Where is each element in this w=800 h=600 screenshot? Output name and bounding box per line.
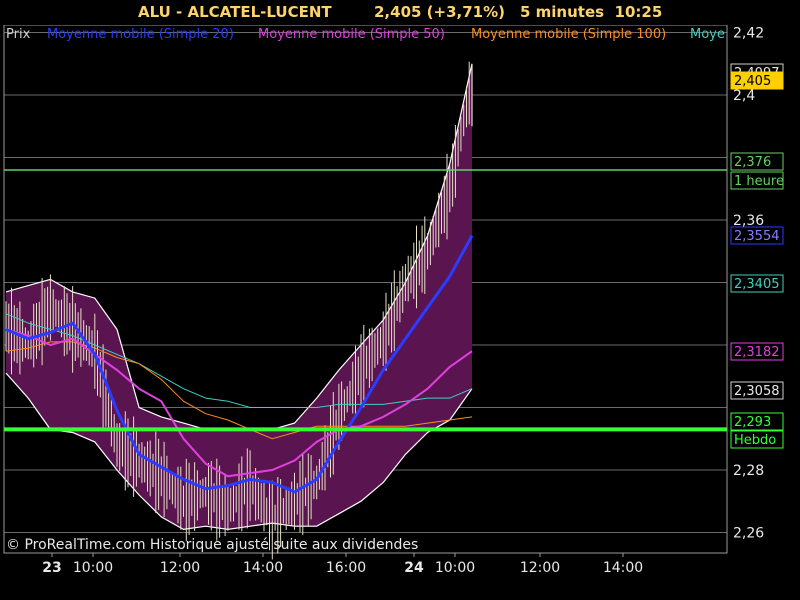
price-tag-label: 1 heure bbox=[734, 174, 784, 189]
copyright-text: © ProRealTime.com Historique ajusté suit… bbox=[6, 537, 418, 553]
price-chart: 2,422,42,362,282,26 23 10:00 12:00 14:00 16:… bbox=[0, 0, 800, 600]
legend-item: Moyenne mobile (Simple 20) bbox=[47, 27, 234, 42]
x-tick-label: 24 bbox=[404, 560, 424, 576]
price-tag-label: 2,3058 bbox=[734, 384, 780, 399]
price-tag-label: 2,3554 bbox=[734, 229, 780, 244]
y-tick-label: 2,26 bbox=[733, 526, 764, 542]
y-tick-label: 2,28 bbox=[733, 463, 764, 479]
x-tick-label: 16:00 bbox=[326, 560, 366, 576]
x-tick-label: 10:00 bbox=[73, 560, 113, 576]
legend-item: Moyenne mobile (Simple 50) bbox=[258, 27, 445, 42]
period-time: 5 minutes 10:25 bbox=[520, 3, 663, 21]
x-tick-label: 10:00 bbox=[435, 560, 475, 576]
price-tag-label: 2,293 bbox=[734, 415, 771, 430]
x-tick-label: 12:00 bbox=[520, 560, 560, 576]
y-tick-label: 2,4 bbox=[733, 88, 755, 104]
y-tick-label: 2,42 bbox=[733, 26, 764, 42]
price-tag-label: 2,376 bbox=[734, 155, 771, 170]
legend: Prix Moyenne mobile (Simple 20) Moyenne mo… bbox=[6, 27, 725, 42]
price-tag-label: 2,3182 bbox=[734, 345, 780, 360]
symbol-title: ALU - ALCATEL-LUCENT bbox=[138, 3, 332, 21]
x-tick-label: 23 bbox=[42, 560, 61, 576]
x-tick-label: 12:00 bbox=[160, 560, 200, 576]
legend-item: Moye bbox=[690, 27, 725, 42]
chart-header: ALU - ALCATEL-LUCENT 2,405 (+3,71%) 5 mi… bbox=[0, 0, 800, 25]
price-tag-label: 2,405 bbox=[734, 74, 771, 89]
x-tick-label: 14:00 bbox=[603, 560, 643, 576]
legend-item: Moyenne mobile (Simple 100) bbox=[471, 27, 666, 42]
price-change: 2,405 (+3,71%) bbox=[374, 3, 505, 21]
price-tag-label: 2,3405 bbox=[734, 277, 780, 292]
x-tick-label: 14:00 bbox=[243, 560, 283, 576]
price-tag-label: Hebdo bbox=[734, 433, 776, 448]
